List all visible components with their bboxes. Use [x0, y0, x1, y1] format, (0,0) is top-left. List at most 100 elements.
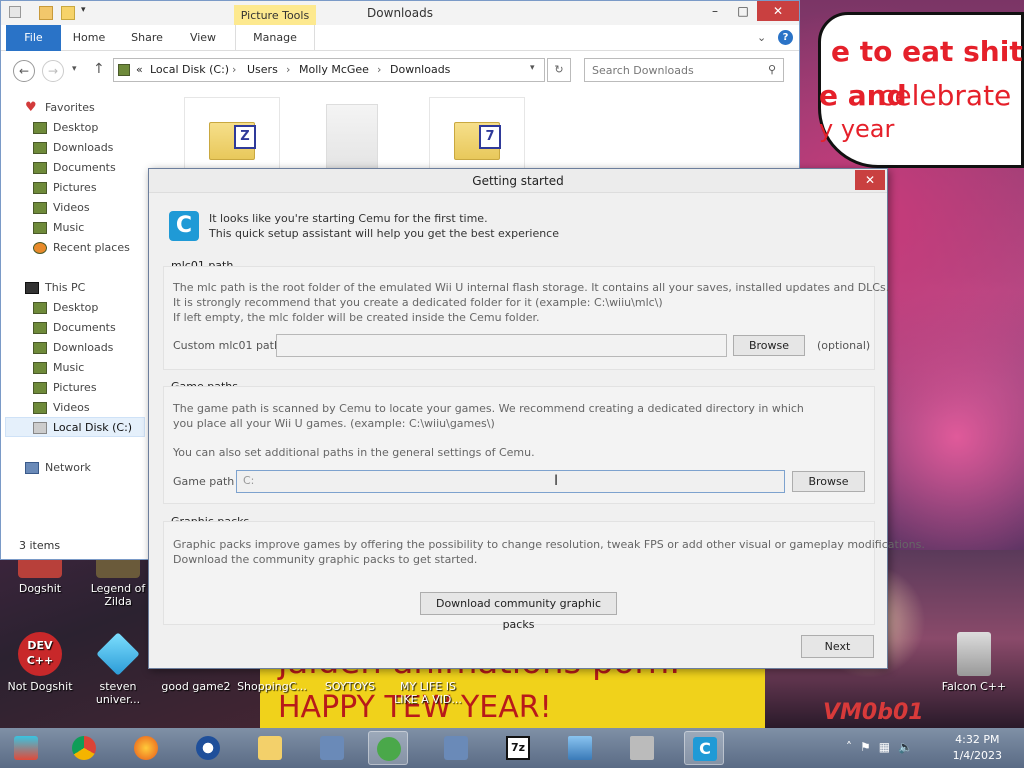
desktop-icon-dogshit[interactable]: Dogshit — [0, 556, 80, 595]
taskbar-app-network-2[interactable] — [436, 731, 476, 765]
dialog-titlebar[interactable]: Getting started ✕ — [149, 169, 887, 193]
nav-pc-desktop[interactable]: Desktop — [33, 299, 98, 317]
desktop-icon-not-dogshit[interactable]: DEV C++ Not Dogshit — [0, 632, 80, 693]
nav-favorites[interactable]: ♥ Favorites — [25, 99, 95, 117]
nav-fav-music[interactable]: Music — [33, 219, 84, 237]
system-tray[interactable]: ˄⚑▦🔈 — [846, 740, 921, 754]
explorer-titlebar[interactable]: ▾ Picture Tools Downloads – □ ✕ — [1, 1, 799, 27]
search-input[interactable]: Search Downloads ⚲ — [584, 58, 784, 82]
mlc-browse-button[interactable]: Browse — [733, 335, 805, 356]
crumb-separator: › — [232, 63, 237, 76]
taskbar-cemu[interactable]: C — [684, 731, 724, 765]
drive-icon — [33, 422, 47, 434]
search-icon: ⚲ — [767, 63, 776, 76]
maximize-button[interactable]: □ — [729, 1, 757, 21]
taskbar-chrome[interactable] — [64, 731, 104, 765]
text-cursor-icon: I — [554, 473, 559, 489]
desktop-icon-steven-universe[interactable]: steven univer... — [78, 632, 158, 706]
nav-fav-downloads[interactable]: Downloads — [33, 139, 113, 157]
crumb-separator: › — [377, 63, 382, 76]
videos-icon — [33, 202, 47, 214]
dialog-title: Getting started — [472, 174, 564, 188]
tab-view[interactable]: View — [179, 25, 227, 51]
taskbar-obama[interactable] — [188, 731, 228, 765]
tab-file[interactable]: File — [6, 25, 61, 51]
ribbon-expand-icon[interactable]: ⌄ — [757, 31, 766, 44]
folder-icon — [258, 736, 282, 760]
taskbar-app-network[interactable] — [312, 731, 352, 765]
taskbar-app-store[interactable] — [622, 731, 662, 765]
nav-fav-videos[interactable]: Videos — [33, 199, 90, 217]
intro-line-1: It looks like you're starting Cemu for t… — [209, 212, 488, 225]
nav-network[interactable]: Network — [25, 459, 91, 477]
nav-pc-pictures[interactable]: Pictures — [33, 379, 97, 397]
clock[interactable]: 4:32 PM 1/4/2023 — [953, 732, 1002, 764]
heart-icon: ♥ — [25, 100, 37, 115]
crumb-local-disk[interactable]: Local Disk (C:) — [150, 63, 229, 76]
file-item-7z[interactable]: 7 — [429, 97, 525, 171]
devcpp-icon: DEV C++ — [18, 632, 62, 676]
nav-fav-desktop[interactable]: Desktop — [33, 119, 98, 137]
ribbon-tabs: File Home Share View Manage ⌄ ? — [1, 25, 799, 51]
desktop-icon-legend-of-zilda[interactable]: Legend of Zilda — [78, 556, 158, 608]
crumb-user[interactable]: Molly McGee — [299, 63, 369, 76]
meme-text-card: e to eat shit e and celebrate y year — [818, 12, 1024, 168]
taskbar-photos[interactable] — [560, 731, 600, 765]
downloads-icon — [33, 142, 47, 154]
nav-fav-pictures[interactable]: Pictures — [33, 179, 97, 197]
mlc-text-1: The mlc path is the root folder of the e… — [173, 281, 890, 294]
firefox-icon — [134, 736, 158, 760]
up-button[interactable]: ↑ — [93, 61, 105, 77]
tab-share[interactable]: Share — [121, 25, 173, 51]
minimize-button[interactable]: – — [701, 1, 729, 21]
taskbar-firefox[interactable] — [126, 731, 166, 765]
next-button[interactable]: Next — [801, 635, 874, 658]
nav-pc-videos[interactable]: Videos — [33, 399, 90, 417]
crumb-users[interactable]: Users — [247, 63, 278, 76]
crumb-separator: › — [286, 63, 291, 76]
navigation-pane: ♥ Favorites Desktop Downloads Documents P… — [1, 89, 149, 559]
nav-pc-documents[interactable]: Documents — [33, 319, 116, 337]
file-item-document[interactable] — [305, 97, 401, 171]
crumb-downloads[interactable]: Downloads — [390, 63, 450, 76]
obama-logo-icon — [196, 736, 220, 760]
recent-locations-icon[interactable]: ▾ — [72, 64, 77, 74]
file-item-zip[interactable]: Z — [184, 97, 280, 171]
network-icon — [444, 736, 468, 760]
close-button[interactable]: ✕ — [757, 1, 799, 21]
back-button[interactable]: ← — [13, 60, 35, 82]
game-browse-button[interactable]: Browse — [792, 471, 865, 492]
nav-fav-recent-places[interactable]: Recent places — [33, 239, 130, 257]
nav-fav-documents[interactable]: Documents — [33, 159, 116, 177]
taskbar-7zip[interactable]: 7z — [498, 731, 538, 765]
taskbar-app-monitor[interactable] — [6, 731, 46, 765]
download-graphic-packs-button[interactable]: Download community graphic packs — [420, 592, 617, 631]
refresh-button[interactable]: ↻ — [547, 58, 571, 82]
game-text-3: You can also set additional paths in the… — [173, 446, 535, 459]
nav-this-pc[interactable]: This PC — [25, 279, 85, 297]
game-field-label: Game path — [173, 475, 235, 488]
nav-pc-local-disk[interactable]: Local Disk (C:) — [33, 419, 132, 437]
tab-manage[interactable]: Manage — [235, 25, 315, 51]
taskbar: 7z C ˄⚑▦🔈 4:32 PM 1/4/2023 — [0, 728, 1024, 768]
nav-pc-downloads[interactable]: Downloads — [33, 339, 113, 357]
game-path-input[interactable]: C: — [236, 470, 785, 493]
getting-started-dialog: Getting started ✕ C It looks like you're… — [148, 168, 925, 669]
desktop-icon-falcon-cpp[interactable]: Falcon C++ — [934, 632, 1014, 693]
nav-pc-music[interactable]: Music — [33, 359, 84, 377]
address-dropdown-icon[interactable]: ▾ — [530, 63, 535, 73]
clock-date: 1/4/2023 — [952, 749, 1002, 762]
dialog-close-button[interactable]: ✕ — [855, 170, 885, 190]
clock-time: 4:32 PM — [955, 733, 1000, 746]
mlc-text-2: It is strongly recommend that you create… — [173, 296, 663, 309]
forward-button[interactable]: → — [42, 60, 64, 82]
mlc-path-input[interactable] — [276, 334, 727, 357]
network-icon — [25, 462, 39, 474]
help-icon[interactable]: ? — [778, 30, 793, 45]
meme-line-1: e to eat shit — [831, 35, 1023, 68]
tab-home[interactable]: Home — [65, 25, 113, 51]
address-prefix: « — [136, 63, 143, 76]
address-field[interactable]: « Local Disk (C:) › Users › Molly McGee … — [113, 58, 545, 82]
taskbar-app-people[interactable] — [368, 731, 408, 765]
taskbar-file-explorer[interactable] — [250, 731, 290, 765]
